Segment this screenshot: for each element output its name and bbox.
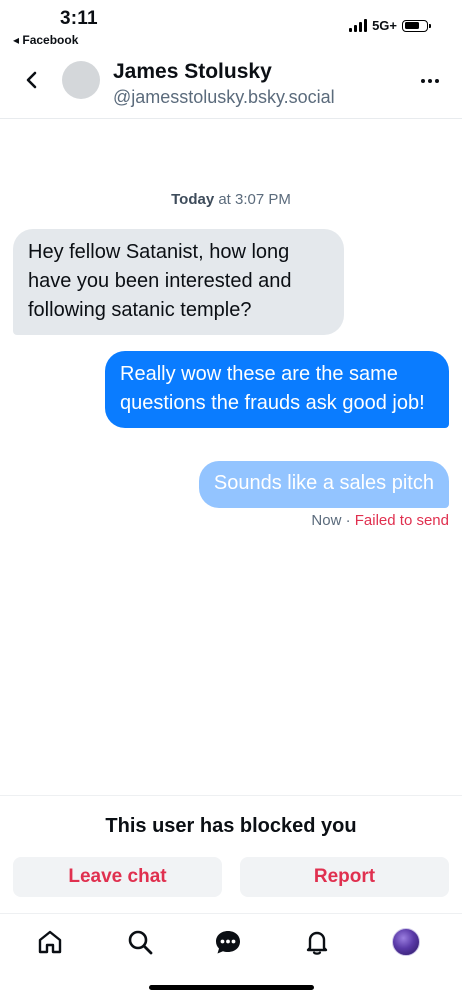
leave-chat-button[interactable]: Leave chat (13, 857, 222, 897)
nav-chat-button[interactable] (212, 926, 244, 958)
blocked-notice: This user has blocked you Leave chat Rep… (0, 795, 462, 914)
conversation-header: James Stolusky @jamesstolusky.bsky.socia… (0, 52, 462, 119)
profile-name[interactable]: James Stolusky (113, 60, 272, 84)
back-to-app-link[interactable]: ◂ Facebook (13, 33, 78, 47)
signal-icon (349, 19, 368, 32)
blocked-message: This user has blocked you (105, 815, 357, 837)
dot (421, 79, 425, 83)
search-icon (128, 930, 153, 955)
chevron-left-icon (26, 71, 37, 89)
home-icon (38, 930, 62, 954)
battery-icon (402, 19, 431, 32)
bottom-navigation (0, 913, 462, 974)
status-bar: 3:11 ◂ Facebook 5G+ (0, 0, 462, 50)
chat-icon (216, 931, 240, 954)
dot (428, 79, 432, 83)
date-separator: Today at 3:07 PM (0, 191, 462, 208)
status-time: 3:11 (60, 8, 98, 29)
network-type: 5G+ (372, 18, 397, 33)
date-day: Today (171, 191, 215, 208)
back-button[interactable] (18, 66, 46, 94)
message-status-time: Now (311, 512, 342, 529)
failed-to-send-label[interactable]: Failed to send (355, 512, 449, 529)
report-button[interactable]: Report (240, 857, 449, 897)
avatar[interactable] (62, 61, 100, 99)
message-bubble-failed[interactable]: Sounds like a sales pitch (198, 461, 449, 508)
nav-search-button[interactable] (124, 926, 156, 958)
profile-avatar (392, 928, 420, 956)
status-separator: · (341, 512, 355, 529)
message-bubble-outgoing[interactable]: Really wow these are the same questions … (105, 351, 449, 428)
nav-notifications-button[interactable] (301, 926, 333, 958)
message-bubble-incoming[interactable]: Hey fellow Satanist, how long have you b… (13, 229, 344, 335)
home-indicator[interactable] (149, 985, 314, 990)
nav-home-button[interactable] (34, 926, 66, 958)
bell-icon (306, 931, 328, 955)
date-time: at 3:07 PM (214, 191, 291, 208)
more-options-button[interactable] (416, 67, 444, 95)
dot (435, 79, 439, 83)
profile-handle[interactable]: @jamesstolusky.bsky.social (113, 87, 335, 108)
nav-profile-button[interactable] (390, 926, 422, 958)
status-indicators: 5G+ (349, 18, 431, 33)
message-status: Now · Failed to send (311, 512, 449, 529)
